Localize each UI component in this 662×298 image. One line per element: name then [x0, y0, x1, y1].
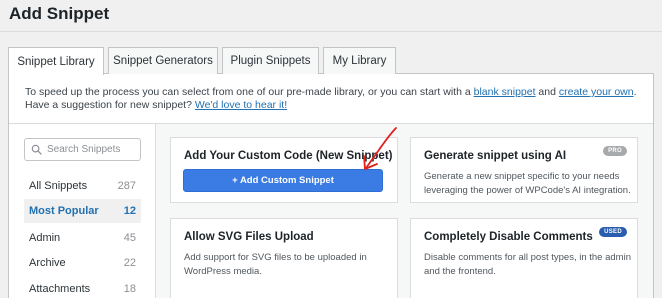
category-attachments[interactable]: Attachments 18 — [24, 277, 141, 298]
card-title: Completely Disable Comments — [424, 231, 593, 243]
intro-text-part: and — [535, 86, 559, 98]
category-label: Admin — [29, 232, 61, 244]
intro-text: To speed up the process you can select f… — [25, 86, 643, 112]
sidebar-divider — [155, 124, 156, 298]
category-all-snippets[interactable]: All Snippets 287 — [24, 174, 141, 198]
disable-comments-card[interactable]: Completely Disable Comments Disable comm… — [410, 218, 638, 298]
category-archive[interactable]: Archive 22 — [24, 251, 141, 275]
category-count: 18 — [123, 283, 136, 295]
search-icon — [31, 144, 42, 155]
tab-snippet-library[interactable]: Snippet Library — [8, 47, 104, 75]
card-title: Allow SVG Files Upload — [184, 231, 314, 243]
suggestion-link[interactable]: We'd love to hear it! — [195, 99, 287, 111]
annotation-arrow-icon — [363, 127, 397, 170]
category-count: 12 — [123, 205, 136, 217]
card-description: Add support for SVG files to be uploaded… — [184, 252, 367, 277]
category-count: 22 — [123, 257, 136, 269]
title-divider — [0, 31, 662, 32]
intro-text-part: To speed up the process you can select f… — [25, 86, 474, 98]
card-description: Disable comments for all post types, in … — [424, 252, 631, 277]
category-label: All Snippets — [29, 180, 88, 192]
ai-snippet-card[interactable]: Generate snippet using AI Generate a new… — [410, 137, 638, 203]
category-label: Attachments — [29, 283, 91, 295]
tab-my-library[interactable]: My Library — [323, 47, 396, 74]
category-label: Most Popular — [29, 205, 99, 217]
pro-badge: PRO — [603, 146, 627, 156]
page-title: Add Snippet — [9, 4, 110, 23]
card-title: Generate snippet using AI — [424, 150, 567, 162]
search-box[interactable] — [24, 138, 141, 161]
tab-plugin-snippets[interactable]: Plugin Snippets — [222, 47, 319, 74]
category-count: 45 — [123, 232, 136, 244]
card-description: Generate a new snippet specific to your … — [424, 171, 631, 196]
search-input[interactable] — [47, 144, 137, 155]
svg-upload-card[interactable]: Allow SVG Files Upload Add support for S… — [170, 218, 398, 298]
category-count: 287 — [117, 180, 136, 192]
category-label: Archive — [29, 257, 66, 269]
used-badge: USED — [599, 227, 627, 237]
category-admin[interactable]: Admin 45 — [24, 226, 141, 250]
tab-snippet-generators[interactable]: Snippet Generators — [108, 47, 218, 74]
category-most-popular[interactable]: Most Popular 12 — [24, 199, 141, 223]
blank-snippet-link[interactable]: blank snippet — [474, 86, 536, 98]
create-your-own-link[interactable]: create your own — [559, 86, 634, 98]
